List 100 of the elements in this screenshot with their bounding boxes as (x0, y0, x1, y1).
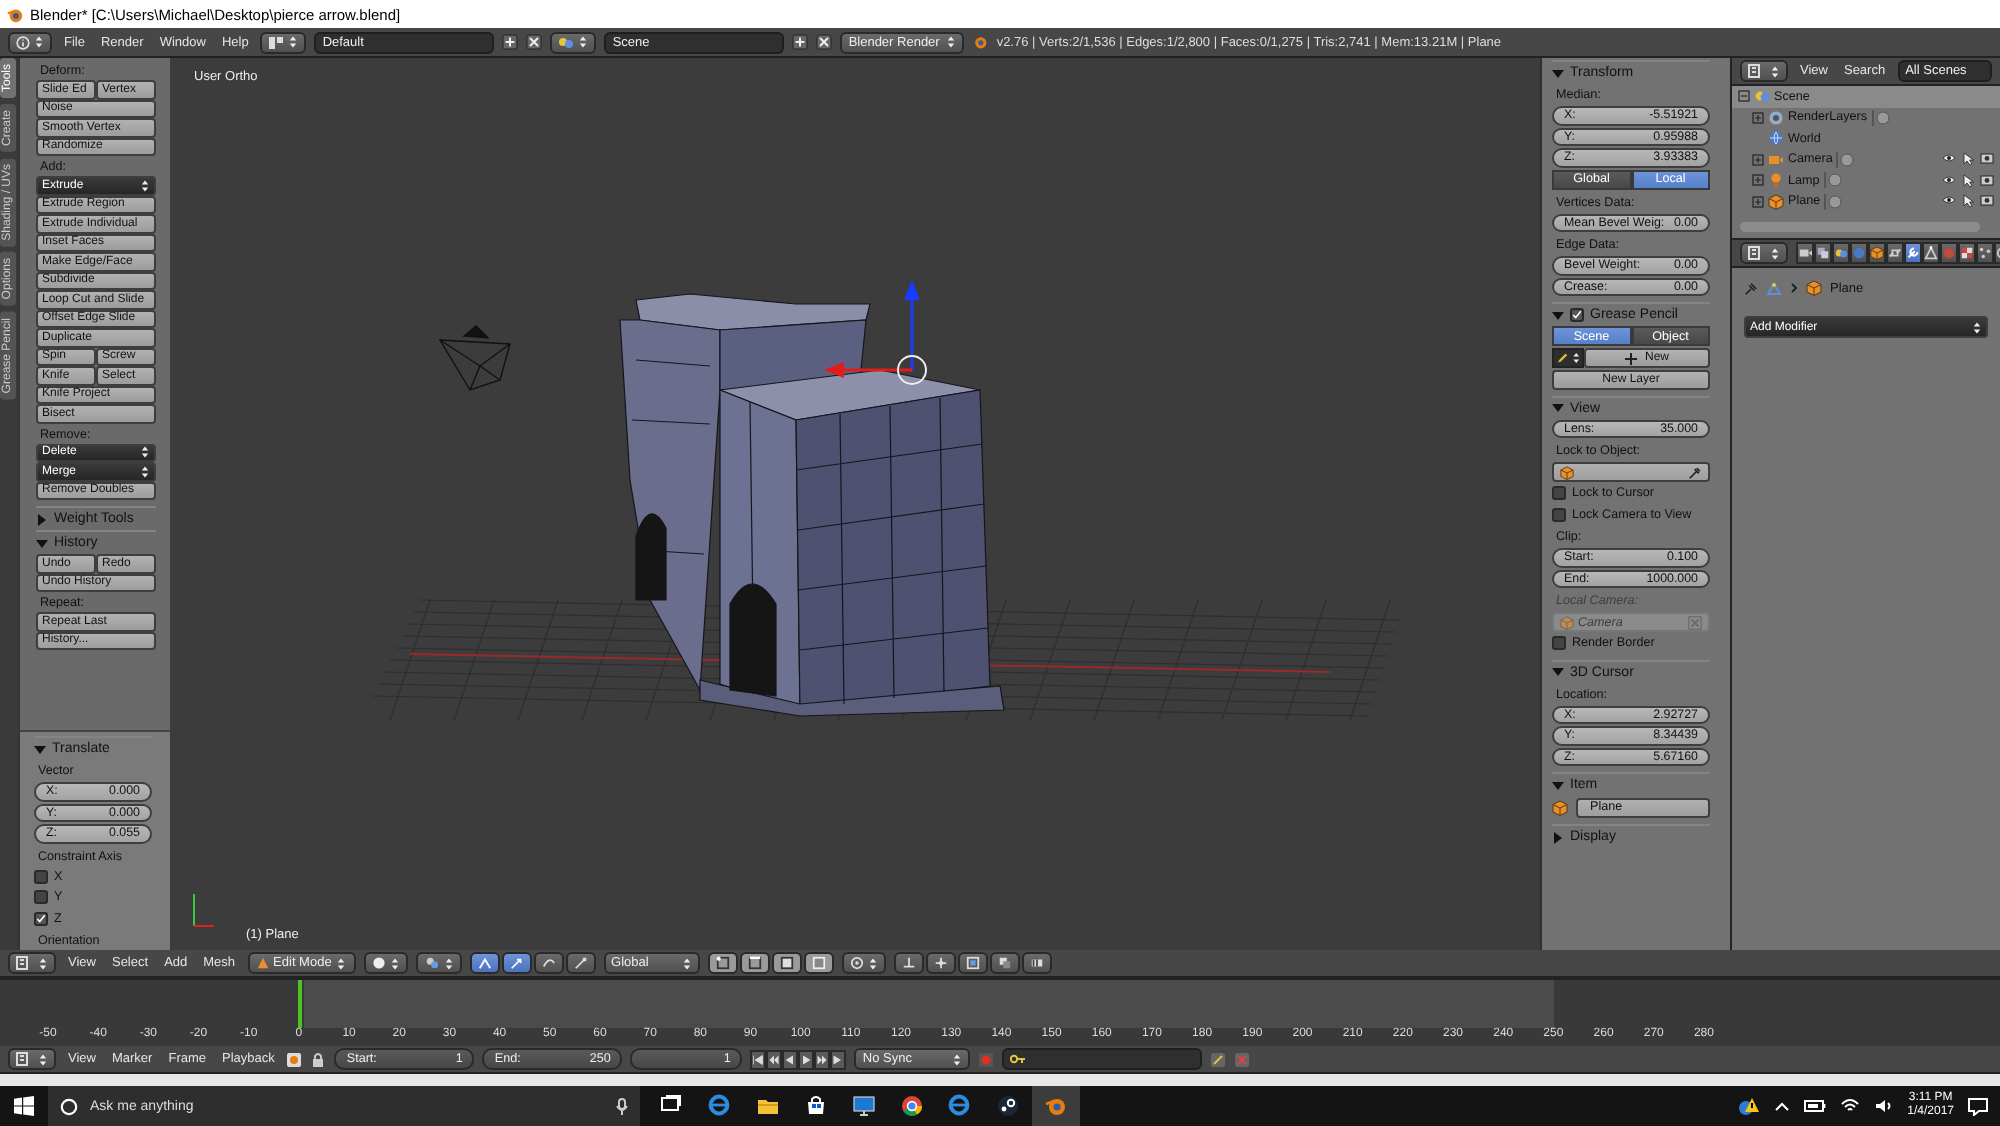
checkbox[interactable] (34, 869, 48, 884)
disclosure-triangle-icon[interactable] (1552, 666, 1564, 678)
camera-icon[interactable] (1980, 194, 1994, 207)
playback-button[interactable] (750, 1049, 767, 1069)
disclosure-triangle-icon[interactable] (36, 513, 48, 525)
checkbox[interactable] (1570, 308, 1584, 322)
scene-button[interactable] (550, 31, 597, 53)
snap-button[interactable] (957, 952, 988, 974)
properties-tab[interactable] (1904, 242, 1922, 264)
eye-icon[interactable] (1942, 194, 1956, 207)
select-mode-button[interactable] (803, 952, 834, 974)
updown-arrows-icon (1770, 245, 1780, 261)
volume-icon[interactable] (1873, 1098, 1894, 1114)
camera-icon[interactable] (1980, 173, 1994, 186)
editor-type-button[interactable] (8, 31, 52, 53)
select-mode-button[interactable] (771, 952, 802, 974)
camera-icon[interactable] (1980, 152, 1994, 165)
select-mode-icon (779, 956, 794, 970)
expand-icon[interactable] (1752, 195, 1764, 208)
properties-tab[interactable] (1868, 242, 1886, 264)
disclosure-triangle-icon[interactable] (34, 743, 46, 755)
editor-type-button[interactable] (8, 952, 56, 974)
preview-range-icon[interactable] (286, 1051, 303, 1067)
snap-button[interactable] (893, 952, 924, 974)
playback-button[interactable] (830, 1049, 847, 1069)
wrench-icon (1906, 246, 1920, 260)
eye-icon[interactable] (1942, 173, 1956, 186)
checkbox[interactable] (34, 911, 48, 926)
playback-button[interactable] (798, 1049, 815, 1069)
disclosure-triangle-icon[interactable] (1552, 309, 1564, 321)
properties-tab[interactable] (1922, 242, 1940, 264)
data-icon (1836, 151, 1855, 168)
checkbox[interactable] (1552, 507, 1566, 522)
add-icon[interactable] (792, 34, 809, 50)
object-field[interactable] (1552, 462, 1710, 482)
close-icon[interactable] (816, 34, 833, 50)
chain-icon (1888, 246, 1902, 260)
battery-icon[interactable] (1803, 1100, 1826, 1112)
triangle-icon (1924, 246, 1938, 260)
editor-type-button[interactable] (8, 1048, 56, 1070)
insert-keyframe-icon[interactable] (1210, 1051, 1227, 1067)
widget-toggle[interactable] (501, 952, 532, 974)
snap-button[interactable] (989, 952, 1020, 974)
close-icon[interactable] (526, 34, 543, 50)
disclosure-triangle-icon[interactable] (1552, 779, 1564, 791)
proportional-edit-button[interactable] (841, 952, 886, 974)
layout-button[interactable] (260, 31, 307, 53)
disclosure-triangle-icon[interactable] (1552, 831, 1564, 843)
properties-tab[interactable] (1796, 242, 1814, 264)
expand-icon[interactable] (1752, 174, 1764, 187)
disclosure-triangle-icon[interactable] (1552, 67, 1564, 79)
properties-tab[interactable] (1832, 242, 1850, 264)
transform-gizmo[interactable] (824, 280, 927, 385)
pencil-dropdown[interactable] (1552, 348, 1584, 368)
properties-tab[interactable] (1976, 242, 1994, 264)
keying-set-field[interactable] (1002, 1048, 1203, 1070)
expand-icon[interactable] (1752, 111, 1764, 124)
checkbox[interactable] (1552, 486, 1566, 501)
widget-toggle[interactable] (533, 952, 564, 974)
lock-icon[interactable] (310, 1051, 327, 1067)
expand-icon[interactable] (1752, 153, 1764, 166)
disclosure-triangle-icon[interactable] (36, 537, 48, 549)
snap-button[interactable] (1021, 952, 1052, 974)
disclosure-triangle-icon[interactable] (1552, 402, 1564, 414)
shading-dropdown[interactable] (363, 952, 408, 974)
blender-logo-icon (972, 34, 989, 50)
expand-icon[interactable] (1738, 90, 1750, 103)
snap-button[interactable] (925, 952, 956, 974)
pin-icon[interactable] (1744, 281, 1758, 295)
properties-tab[interactable] (1814, 242, 1832, 264)
scrollbar[interactable] (1740, 222, 1980, 232)
editor-type-button[interactable] (1740, 242, 1788, 264)
editor-type-button[interactable] (1740, 60, 1788, 82)
properties-tab[interactable] (1958, 242, 1976, 264)
playback-button[interactable] (782, 1049, 799, 1069)
select-mode-button[interactable] (739, 952, 770, 974)
notification-icon[interactable] (1968, 1097, 1988, 1115)
globe-icon (1768, 130, 1784, 147)
checkbox[interactable] (1552, 636, 1566, 651)
updown-arrows-icon (1571, 350, 1580, 366)
plus-icon (1624, 351, 1639, 365)
cube-icon (1806, 280, 1822, 296)
eyedropper-icon[interactable] (1688, 465, 1702, 479)
eye-icon[interactable] (1942, 152, 1956, 165)
widget-icon (541, 956, 556, 970)
add-icon[interactable] (502, 34, 519, 50)
pivot-dropdown[interactable] (415, 952, 462, 974)
mesh-data-icon (1766, 281, 1782, 295)
wifi-icon[interactable] (1839, 1098, 1860, 1114)
properties-tab[interactable] (1886, 242, 1904, 264)
widget-toggle[interactable] (469, 952, 500, 974)
checkbox[interactable] (34, 890, 48, 905)
playback-icon (752, 1053, 765, 1065)
widget-toggle[interactable] (565, 952, 596, 974)
current-frame-line[interactable] (297, 980, 302, 1028)
windows-logo-icon (14, 1096, 34, 1116)
chevron-up-icon[interactable] (1773, 1101, 1790, 1111)
warning-icon[interactable] (1737, 1096, 1760, 1116)
editor-type-icon (1748, 246, 1766, 260)
select-mode-button[interactable] (707, 952, 738, 974)
